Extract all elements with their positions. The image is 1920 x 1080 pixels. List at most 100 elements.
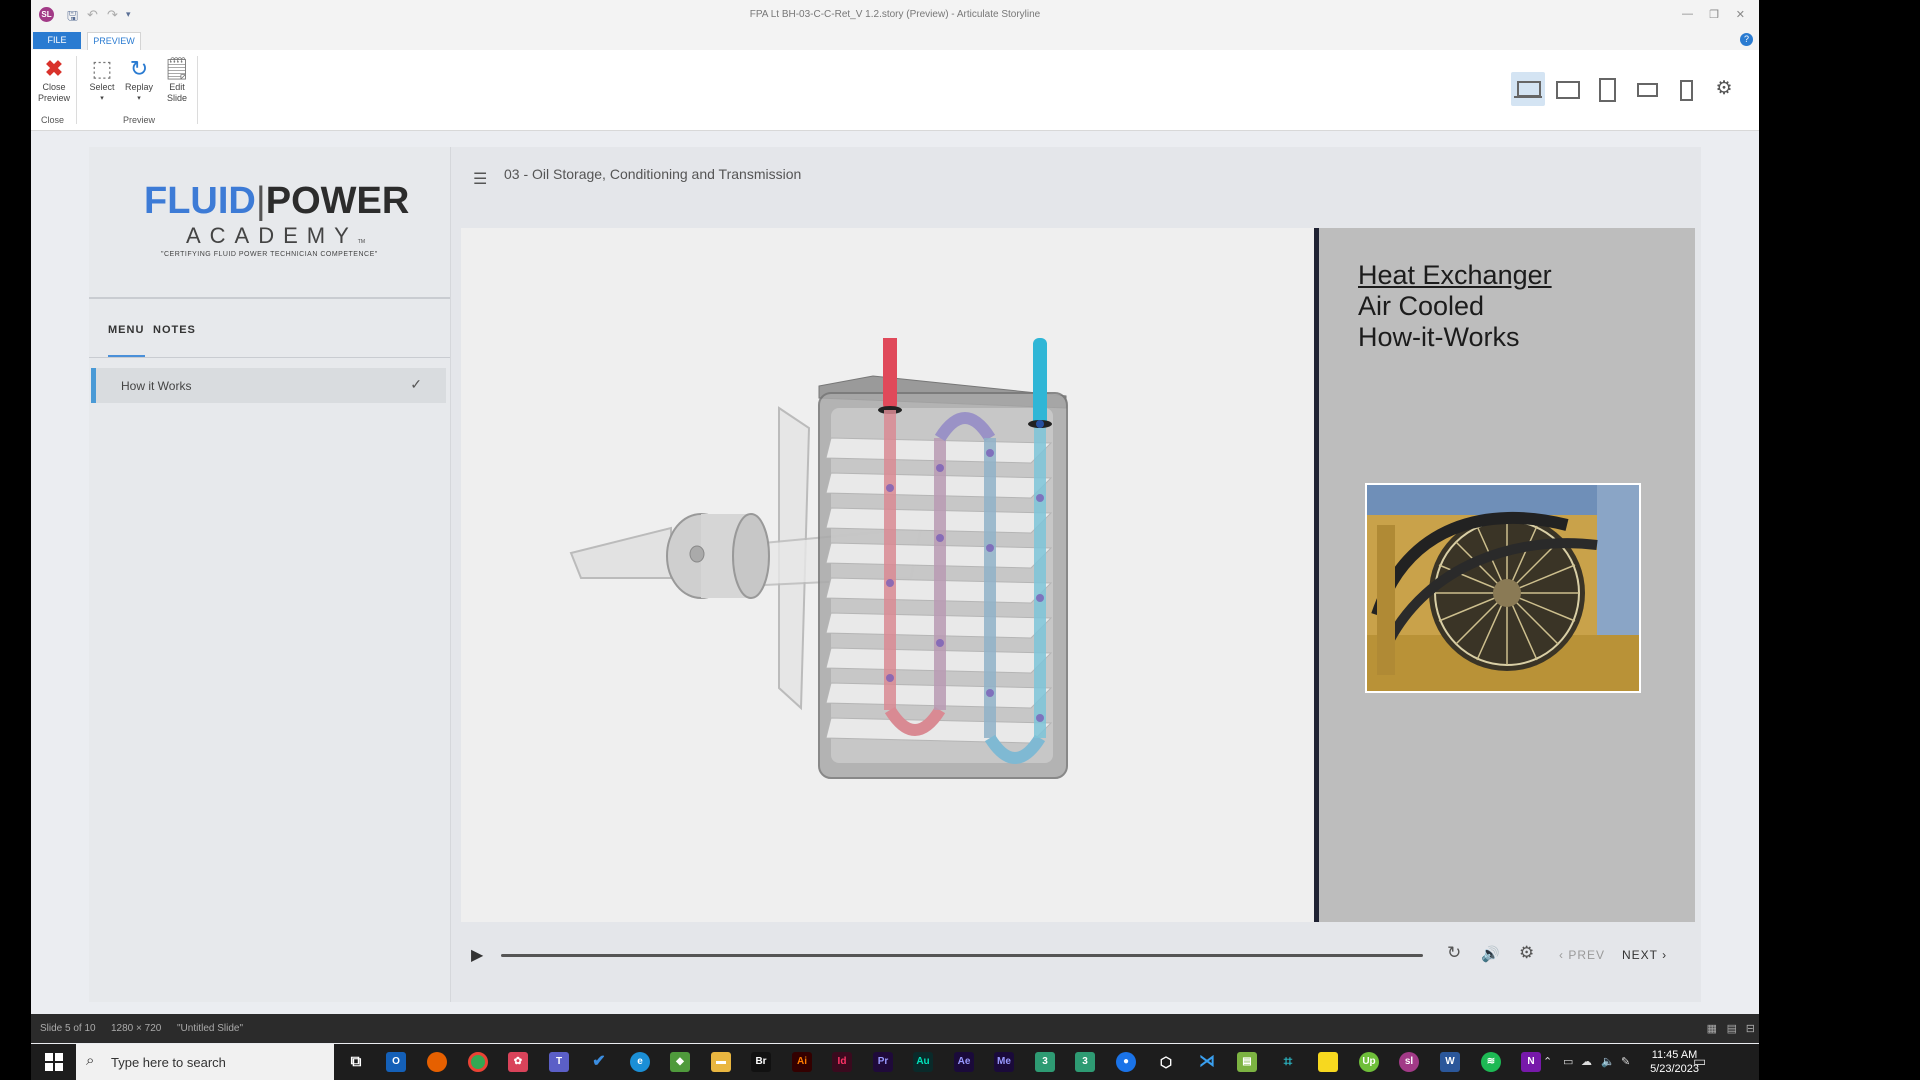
network-icon[interactable]: ▭ — [1563, 1055, 1573, 1068]
tab-file[interactable]: FILE — [33, 32, 81, 49]
audition-icon[interactable]: Au — [913, 1052, 933, 1072]
speaker-icon[interactable]: 🔈 — [1601, 1055, 1615, 1068]
onedrive-icon[interactable]: ☁ — [1581, 1055, 1592, 1068]
replay-slide-icon[interactable]: ↻ — [1447, 943, 1461, 963]
windows-taskbar: ⌕ Type here to search ⧉ O ✿ T ✔ e ◆ ▬ Br… — [31, 1044, 1759, 1080]
app-icon[interactable]: ▤ — [1237, 1052, 1257, 1072]
bridge-icon[interactable]: Br — [751, 1052, 771, 1072]
player-settings-icon[interactable]: ⚙ — [1519, 943, 1534, 963]
phone-landscape-button[interactable] — [1629, 72, 1663, 106]
close-preview-button[interactable]: ✖ Close Preview — [37, 56, 71, 104]
edit-slide-button[interactable]: 🗒 Edit Slide — [162, 56, 192, 104]
menu-item-accent — [91, 368, 96, 403]
storyline-icon[interactable]: sl — [1399, 1052, 1419, 1072]
phone-portrait-icon — [1680, 80, 1693, 101]
sticky-notes-icon[interactable] — [1318, 1052, 1338, 1072]
slide-name: "Untitled Slide" — [177, 1023, 244, 1034]
app-icon[interactable]: ✿ — [508, 1052, 528, 1072]
after-effects-icon[interactable]: Ae — [954, 1052, 974, 1072]
search-input[interactable]: Type here to search — [111, 1055, 226, 1070]
seekbar[interactable] — [501, 954, 1423, 957]
app-icon[interactable]: ⬡ — [1156, 1052, 1176, 1072]
cold-outlet-pipe — [1033, 338, 1047, 428]
title-bar: SL 🖫 ↶ ↷ ▾ FPA Lt BH-03-C-C-Ret_V 1.2.st… — [31, 0, 1759, 30]
app-icon[interactable]: 3 — [1035, 1052, 1055, 1072]
brand-logo: FLUID|POWER — [144, 180, 410, 222]
hamburger-menu-icon[interactable]: ☰ — [473, 169, 487, 189]
brand-academy: ACADEMYTM — [186, 223, 366, 248]
taskbar-search[interactable]: ⌕ Type here to search — [76, 1044, 334, 1080]
heat-exchanger-photo — [1365, 483, 1641, 693]
slide-title: Heat Exchanger — [1358, 260, 1552, 290]
phone-landscape-icon — [1637, 83, 1658, 97]
app-icon[interactable]: ⌗ — [1278, 1052, 1298, 1072]
chrome-icon[interactable] — [468, 1052, 488, 1072]
select-button[interactable]: ⬚ Select ▾ — [87, 56, 117, 104]
help-icon[interactable]: ? — [1740, 33, 1753, 46]
desktop-preview-button[interactable] — [1511, 72, 1545, 106]
tab-menu[interactable]: MENU — [108, 324, 144, 336]
illustrator-icon[interactable]: Ai — [792, 1052, 812, 1072]
normal-view-icon[interactable]: ▦ — [1707, 1022, 1717, 1035]
laptop-icon — [1517, 81, 1541, 97]
divider — [89, 297, 450, 299]
visited-check-icon: ✓ — [410, 376, 422, 392]
word-icon[interactable]: W — [1440, 1052, 1460, 1072]
tab-preview[interactable]: PREVIEW — [87, 32, 141, 50]
group-label-close: Close — [41, 115, 65, 125]
tablet-landscape-button[interactable] — [1550, 72, 1584, 106]
slide-counter: Slide 5 of 10 — [40, 1023, 96, 1034]
media-encoder-icon[interactable]: Me — [994, 1052, 1014, 1072]
prev-button[interactable]: ‹ PREV — [1559, 948, 1605, 962]
tablet-portrait-button[interactable] — [1589, 72, 1623, 106]
select-icon: ⬚ — [91, 56, 113, 81]
fit-view-icon[interactable]: ⊟ — [1746, 1022, 1755, 1035]
minimize-icon[interactable]: — — [1682, 8, 1693, 20]
spotify-icon[interactable]: ≋ — [1481, 1052, 1501, 1072]
restore-icon[interactable]: ❐ — [1709, 8, 1719, 21]
slide-subtitle: Air Cooled — [1358, 291, 1485, 321]
grid-view-icon[interactable]: ▤ — [1727, 1022, 1737, 1035]
vscode-icon[interactable]: ⋊ — [1197, 1052, 1217, 1072]
task-view-icon[interactable]: ⧉ — [346, 1052, 366, 1072]
maps-icon[interactable]: ● — [1116, 1052, 1136, 1072]
windows-start-icon[interactable] — [45, 1053, 63, 1071]
tablet-landscape-icon — [1556, 81, 1580, 99]
play-button[interactable]: ▶ — [471, 945, 483, 965]
group-separator — [197, 56, 198, 124]
app-icon[interactable]: 3 — [1075, 1052, 1095, 1072]
search-icon: ⌕ — [86, 1052, 95, 1069]
menu-item-how-it-works[interactable]: How it Works ✓ — [91, 368, 446, 403]
onenote-icon[interactable]: N — [1521, 1052, 1541, 1072]
ribbon: ✖ Close Preview Close ⬚ Select ▾ ↻ Repla… — [31, 50, 1759, 131]
tab-notes[interactable]: NOTES — [153, 324, 196, 336]
upwork-icon[interactable]: Up — [1359, 1052, 1379, 1072]
teams-icon[interactable]: T — [549, 1052, 569, 1072]
player-controls: ▶ ↻ 🔊 ⚙ ‹ PREV NEXT › — [461, 937, 1695, 977]
next-button[interactable]: NEXT › — [1622, 948, 1667, 962]
outlook-icon[interactable]: O — [386, 1052, 406, 1072]
replay-button[interactable]: ↻ Replay ▾ — [122, 56, 156, 104]
tray-chevron-icon[interactable]: ⌃ — [1543, 1055, 1552, 1068]
clock[interactable]: 11:45 AM 5/23/2023 — [1650, 1048, 1699, 1076]
edge-icon[interactable]: e — [630, 1052, 650, 1072]
window-title: FPA Lt BH-03-C-C-Ret_V 1.2.story (Previe… — [749, 9, 1041, 20]
app-icon[interactable]: ◆ — [670, 1052, 690, 1072]
indesign-icon[interactable]: Id — [832, 1052, 852, 1072]
file-explorer-icon[interactable]: ▬ — [711, 1052, 731, 1072]
firefox-icon[interactable] — [427, 1052, 447, 1072]
close-preview-icon: ✖ — [44, 56, 64, 81]
volume-icon[interactable]: 🔊 — [1481, 945, 1500, 963]
player-sidebar: FLUID|POWER ACADEMYTM "CERTIFYING FLUID … — [89, 147, 451, 1002]
group-separator — [76, 56, 77, 124]
heat-exchanger-diagram — [569, 338, 1068, 779]
notifications-icon[interactable]: ▭ — [1693, 1053, 1706, 1070]
phone-portrait-button[interactable] — [1668, 72, 1702, 106]
preview-settings-icon[interactable]: ⚙ — [1707, 72, 1741, 106]
pen-icon[interactable]: ✎ — [1621, 1055, 1630, 1068]
course-title: 03 - Oil Storage, Conditioning and Trans… — [504, 166, 802, 182]
hot-inlet-pipe — [883, 338, 897, 410]
premiere-icon[interactable]: Pr — [873, 1052, 893, 1072]
close-window-icon[interactable]: ✕ — [1736, 8, 1745, 21]
todo-icon[interactable]: ✔ — [589, 1052, 609, 1072]
